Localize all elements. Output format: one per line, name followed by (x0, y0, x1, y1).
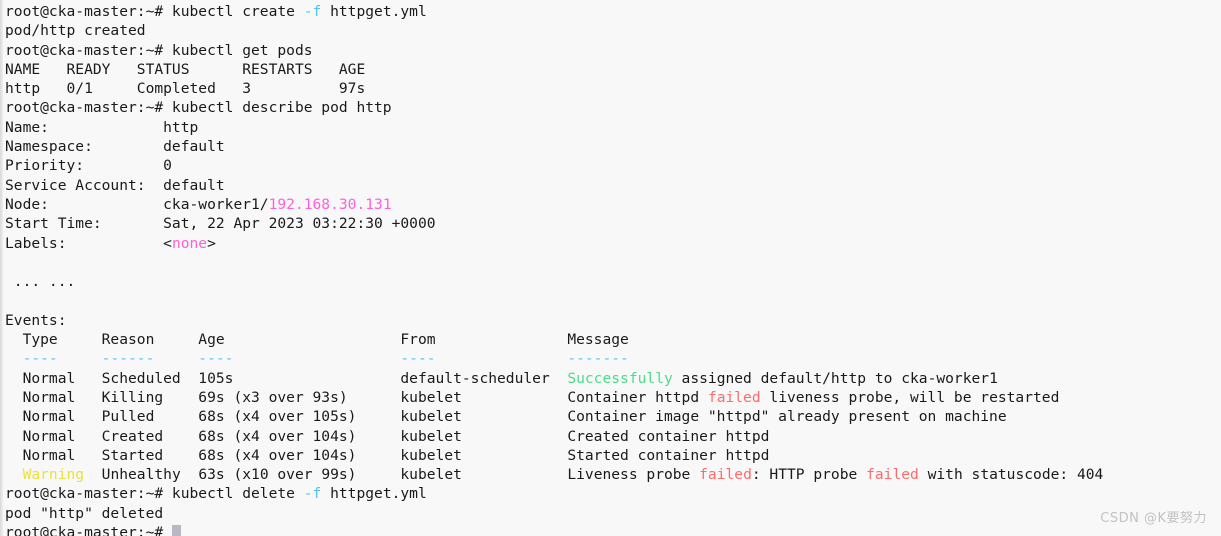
terminal-line: pod "http" deleted (5, 504, 1215, 523)
terminal-text: root@cka-master:~# kubectl describe pod … (5, 99, 392, 117)
terminal-text: none (171, 234, 208, 252)
terminal-text: ... ... (5, 273, 76, 291)
terminal-text: root@cka-master:~# kubectl get pods (5, 41, 313, 59)
terminal-line: ... ... (5, 272, 1215, 291)
terminal-text: http 0/1 Completed 3 97s (5, 80, 366, 98)
terminal-text: Service Account: default (5, 176, 225, 194)
terminal-text: Warning (22, 466, 85, 484)
window-left-edge (0, 0, 3, 536)
terminal-text: Normal Killing 69s (x3 over 93s) kubelet… (5, 388, 708, 406)
terminal-line: Start Time: Sat, 22 Apr 2023 03:22:30 +0… (5, 214, 1215, 233)
terminal-text: pod "http" deleted (5, 504, 164, 522)
terminal-text: pod/http created (5, 22, 146, 40)
terminal-line: Normal Pulled 68s (x4 over 105s) kubelet… (5, 407, 1215, 426)
terminal-line: Normal Started 68s (x4 over 104s) kubele… (5, 446, 1215, 465)
csdn-watermark: CSDN @K要努力 (1100, 510, 1207, 526)
terminal-text: > (207, 234, 216, 252)
terminal-window[interactable]: root@cka-master:~# kubectl create -f htt… (0, 0, 1221, 536)
terminal-text: Priority: 0 (5, 157, 172, 175)
terminal-text: root@cka-master:~# kubectl create (5, 3, 304, 20)
terminal-text: Start Time: Sat, 22 Apr 2023 03:22:30 +0… (5, 215, 436, 233)
terminal-text: failed (866, 466, 919, 484)
terminal-text: Normal Created 68s (x4 over 104s) kubele… (5, 427, 770, 445)
terminal-line: Labels: <none> (5, 234, 1215, 253)
terminal-line: root@cka-master:~# kubectl describe pod … (5, 98, 1215, 117)
terminal-text: Type Reason Age From Message (5, 331, 629, 349)
terminal-output[interactable]: root@cka-master:~# kubectl create -f htt… (5, 2, 1215, 536)
terminal-line: Normal Killing 69s (x3 over 93s) kubelet… (5, 388, 1215, 407)
terminal-text: httpget.yml (321, 485, 427, 503)
terminal-line: Priority: 0 (5, 156, 1215, 175)
terminal-text: httpget.yml (321, 3, 427, 20)
terminal-text: Unhealthy 63s (x10 over 99s) kubelet Liv… (84, 466, 700, 484)
terminal-line: Name: http (5, 118, 1215, 137)
terminal-text: Labels: < (5, 234, 172, 252)
terminal-text: root@cka-master:~# (5, 524, 172, 536)
terminal-line: NAME READY STATUS RESTARTS AGE (5, 60, 1215, 79)
terminal-text: Normal Started 68s (x4 over 104s) kubele… (5, 446, 770, 464)
terminal-text: Successfully (567, 369, 673, 387)
terminal-text: -f (303, 3, 322, 20)
terminal-line: Events: (5, 311, 1215, 330)
terminal-text: failed (699, 466, 752, 484)
terminal-text: NAME READY STATUS RESTARTS AGE (5, 60, 366, 78)
terminal-line: Service Account: default (5, 176, 1215, 195)
terminal-text: Node: cka-worker1/ (5, 195, 269, 213)
terminal-line: http 0/1 Completed 3 97s (5, 79, 1215, 98)
terminal-line: Warning Unhealthy 63s (x10 over 99s) kub… (5, 465, 1215, 484)
terminal-line: root@cka-master:~# (5, 523, 1215, 536)
terminal-line: root@cka-master:~# kubectl delete -f htt… (5, 484, 1215, 503)
terminal-text: Namespace: default (5, 138, 225, 156)
terminal-text: assigned default/http to cka-worker1 (672, 369, 998, 387)
terminal-line: Normal Scheduled 105s default-scheduler … (5, 369, 1215, 388)
terminal-text: -f (303, 485, 322, 503)
terminal-text: Normal Pulled 68s (x4 over 105s) kubelet… (5, 408, 1007, 426)
terminal-line: Normal Created 68s (x4 over 104s) kubele… (5, 427, 1215, 446)
terminal-text: root@cka-master:~# kubectl delete (5, 485, 304, 503)
terminal-line: root@cka-master:~# kubectl get pods (5, 41, 1215, 60)
terminal-text: failed (707, 388, 761, 406)
terminal-line: ---- ------ ---- ---- ------- (5, 349, 1215, 368)
terminal-text: : HTTP probe (751, 466, 867, 484)
terminal-line: root@cka-master:~# kubectl create -f htt… (5, 2, 1215, 21)
terminal-text: Name: http (5, 118, 199, 136)
terminal-text: Events: (5, 311, 67, 329)
terminal-line: Namespace: default (5, 137, 1215, 156)
terminal-text: Normal Scheduled 105s default-scheduler (5, 369, 568, 387)
terminal-line: Node: cka-worker1/192.168.30.131 (5, 195, 1215, 214)
terminal-text: ---- ------ ---- ---- ------- (5, 350, 629, 368)
terminal-cursor (171, 525, 182, 536)
terminal-text: liveness probe, will be restarted (760, 388, 1060, 406)
terminal-text: with statuscode: 404 (918, 466, 1104, 484)
terminal-text: 192.168.30.131 (268, 195, 392, 213)
terminal-line: pod/http created (5, 21, 1215, 40)
terminal-line: Type Reason Age From Message (5, 330, 1215, 349)
